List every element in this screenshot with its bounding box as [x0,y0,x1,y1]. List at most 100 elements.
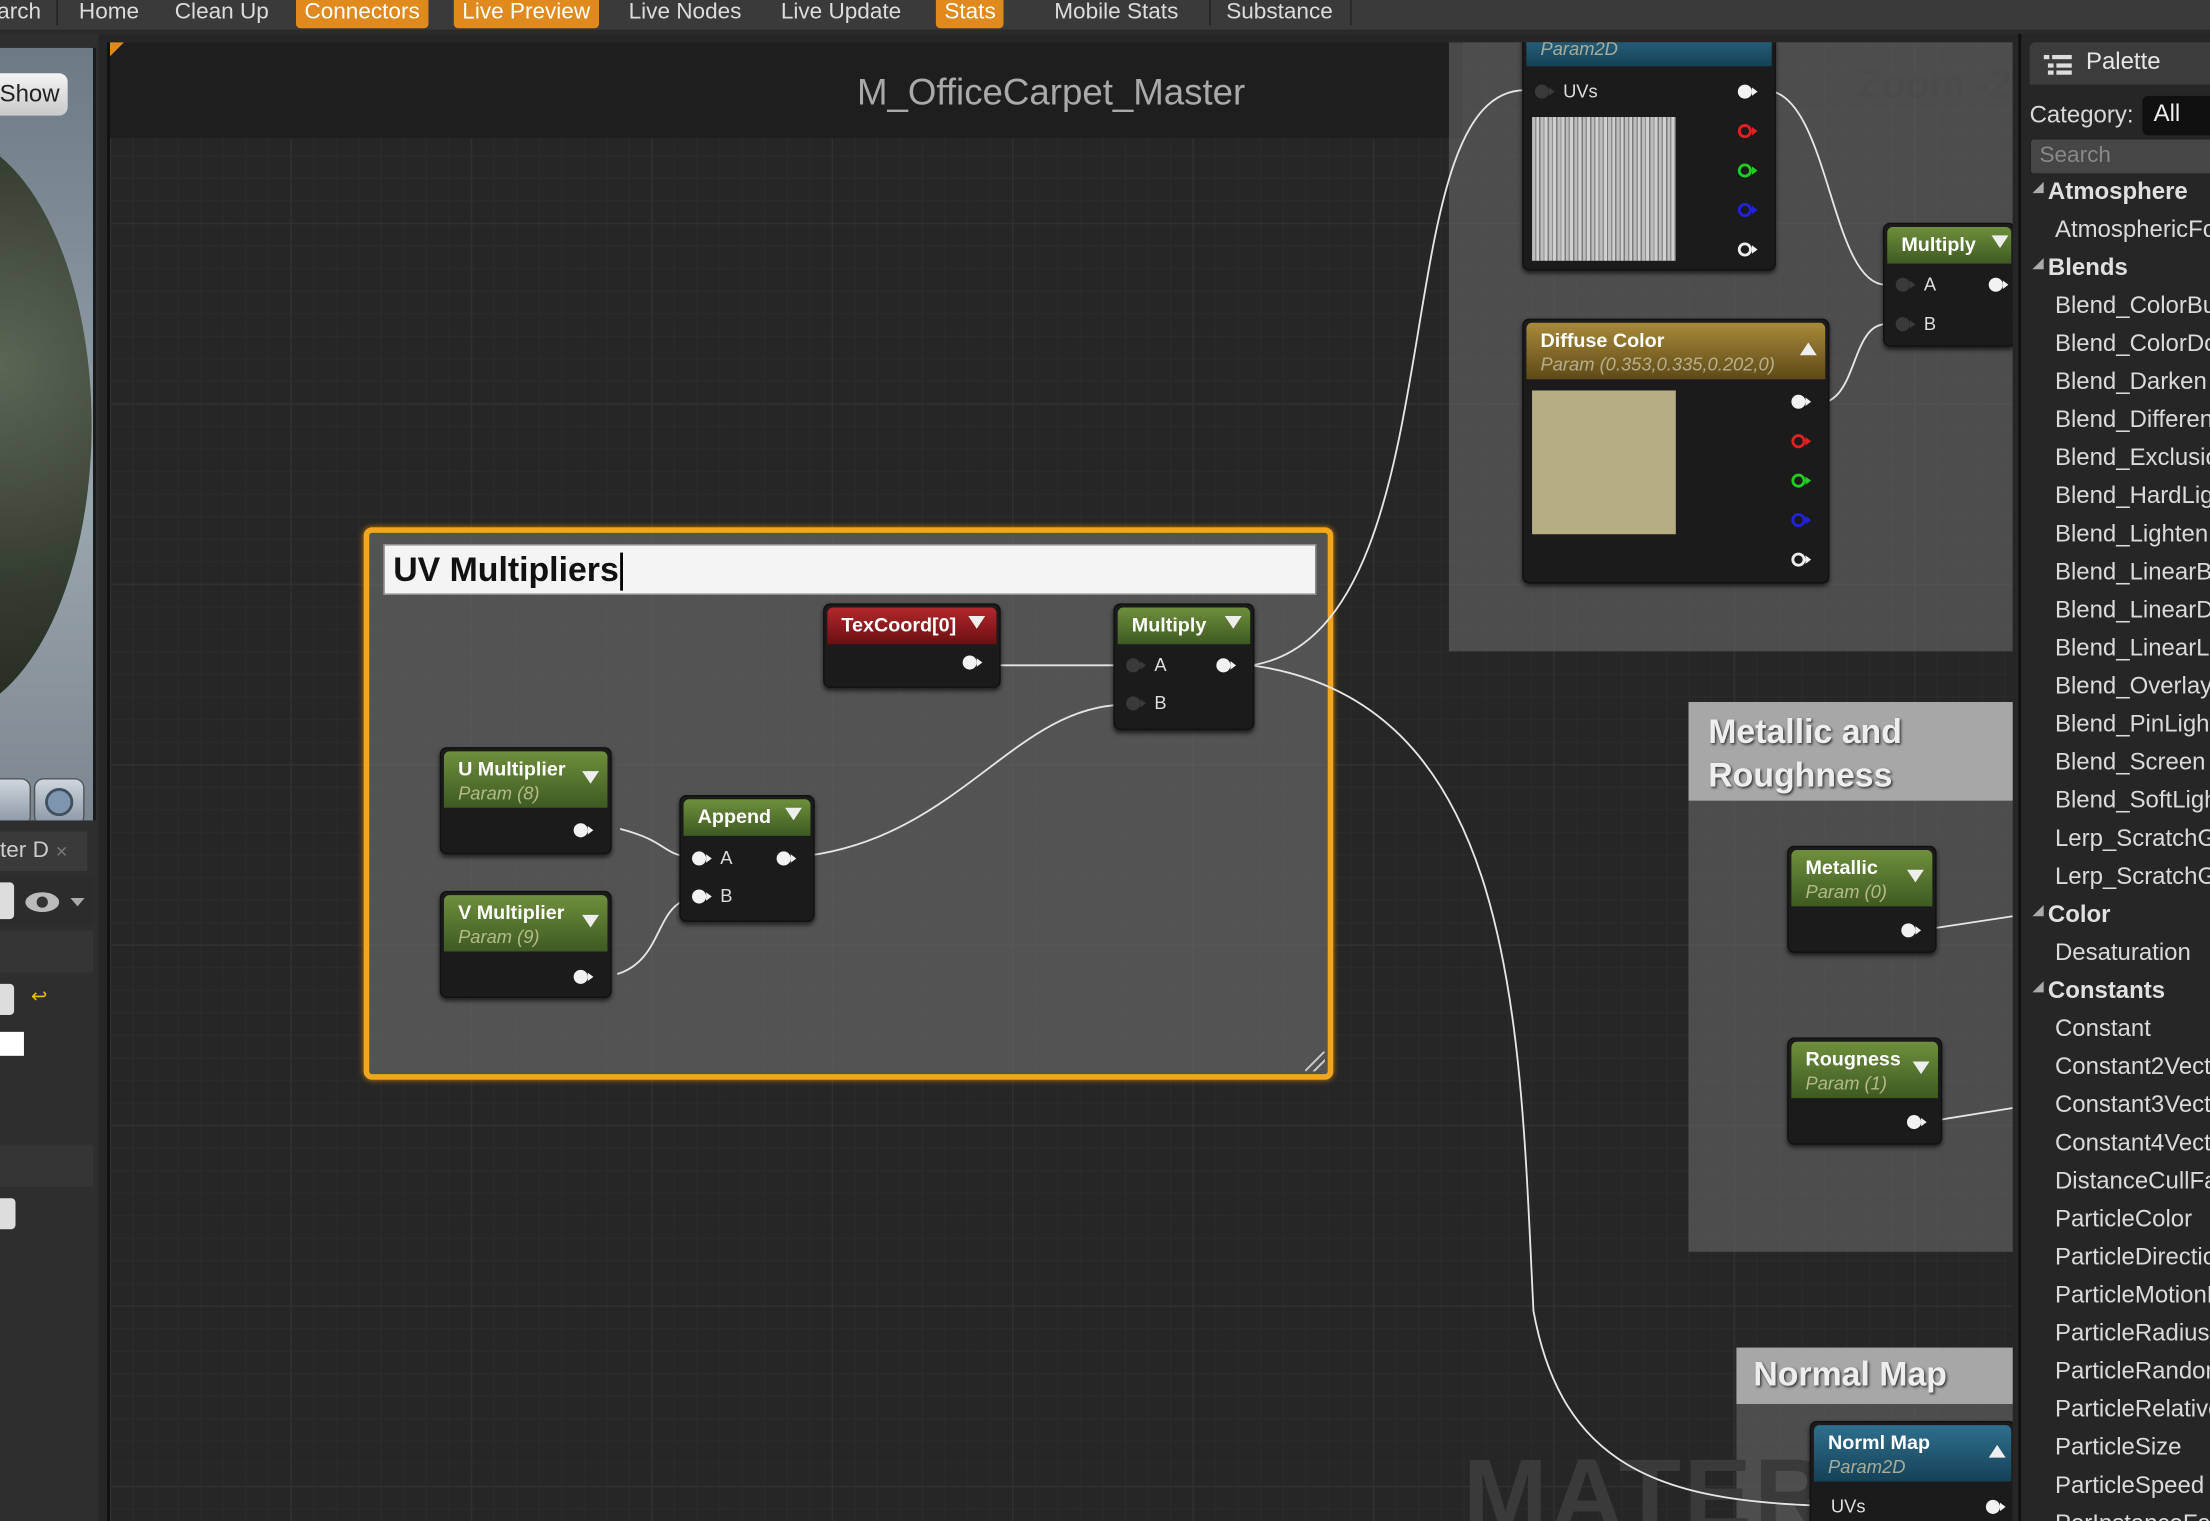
chevron-down-icon[interactable] [1912,1061,1930,1075]
palette-item[interactable]: Lerp_ScratchGrayscale [2055,825,2210,863]
palette-item[interactable]: Blend_Darken [2055,368,2207,406]
palette-item[interactable]: Constant [2055,1015,2151,1053]
palette-item[interactable]: Desaturation [2055,939,2191,977]
palette-item[interactable]: ParticleSpeed [2055,1472,2204,1510]
palette-item[interactable]: Blend_LinearDodge [2055,596,2210,634]
output-pin-rgb[interactable] [1737,84,1758,101]
input-pin-b[interactable] [692,889,712,905]
chevron-down-icon[interactable] [968,616,986,629]
node-multiply-uv[interactable]: Multiply A B [1113,603,1255,731]
input-pin-b[interactable] [1126,696,1146,712]
node-header[interactable]: V Multiplier Param (9) [443,895,608,952]
input-pin-uvs[interactable] [1534,84,1555,101]
palette-item[interactable]: Blend_ColorDodge [2055,330,2210,368]
toolbar-substance-button[interactable]: Substance [1218,0,1341,28]
node-metallic[interactable]: Metallic Param (0) [1787,845,1937,953]
output-pin-g[interactable] [1737,163,1758,180]
chevron-down-icon[interactable] [582,914,600,928]
palette-item[interactable]: ParticleRandom [2055,1357,2210,1395]
output-pin[interactable] [1901,923,1922,939]
output-pin[interactable] [573,823,594,839]
node-header[interactable]: TexCoord[0] [827,607,997,645]
palette-category[interactable]: Constants [2032,977,2165,1015]
palette-item[interactable]: Constant4Vector [2055,1129,2210,1167]
toolbar-search-button[interactable]: arch [0,0,50,28]
palette-item[interactable]: DistanceCullFade [2055,1167,2210,1205]
node-normal-map[interactable]: Norml Map Param2D UVs [1809,1420,2013,1521]
details-tab[interactable]: ter D ✕ [0,831,88,872]
output-pin-g[interactable] [1791,473,1812,490]
output-pin[interactable] [776,851,797,867]
material-graph[interactable]: M_OfficeCarpet_Master Zoom -2 Metallic a… [107,42,2013,1521]
toolbar-clean-up-button[interactable]: Clean Up [166,0,277,28]
palette-item[interactable]: ParticleRadius [2055,1319,2209,1357]
output-pin[interactable] [1216,658,1237,674]
reset-arrow-icon[interactable]: ↩ [31,984,48,1008]
node-append[interactable]: Append A B [679,795,815,922]
node-header[interactable]: Append [683,799,811,836]
output-pin-r[interactable] [1791,434,1812,450]
palette-category[interactable]: Atmosphere [2032,178,2188,216]
input-pin-a[interactable] [692,851,712,867]
eye-icon[interactable] [23,888,88,916]
node-header[interactable]: Norml Map Param2D [1813,1425,2012,1482]
palette-category[interactable]: Blends [2032,254,2128,292]
chevron-down-icon[interactable] [1224,616,1242,629]
color-swatch[interactable] [0,1031,24,1056]
palette-item[interactable]: Blend_LinearLight [2055,634,2210,672]
node-header[interactable]: U Multiplier Param (8) [443,751,608,808]
toolbar-live-preview-toggle[interactable]: Live Preview [453,0,599,29]
output-pin[interactable] [1988,277,2009,294]
details-search-field[interactable] [0,882,15,920]
node-header[interactable]: Param2D [1526,42,1772,67]
output-pin-r[interactable] [1737,124,1758,140]
output-pin-rgb[interactable] [1791,394,1812,411]
palette-item[interactable]: Blend_Lighten [2055,520,2208,558]
palette-item[interactable]: ParticleColor [2055,1205,2192,1243]
sphere-preview-icon[interactable] [33,778,85,821]
preview-viewport[interactable]: Show [0,47,96,821]
node-header[interactable]: Multiply [1117,607,1251,645]
details-value-field[interactable] [0,983,15,1015]
chevron-up-icon[interactable] [1799,342,1817,356]
node-header[interactable]: Diffuse Color Param (0.353,0.335,0.202,0… [1526,322,1826,380]
output-pin-b[interactable] [1737,202,1758,219]
palette-item[interactable]: Constant2Vector [2055,1053,2210,1091]
node-header[interactable]: Multiply [1887,226,2012,264]
output-pin[interactable] [1906,1115,1927,1131]
output-pin[interactable] [1985,1499,2006,1516]
output-pin[interactable] [573,969,594,986]
toolbar-home-button[interactable]: Home [70,0,147,28]
palette-item[interactable]: AtmosphericFogColor [2055,216,2210,254]
chevron-up-icon[interactable] [1988,1444,2006,1458]
palette-category[interactable]: Color [2032,901,2110,939]
palette-tab[interactable]: Palette [2029,42,2210,85]
chevron-down-icon[interactable] [1991,235,2009,249]
palette-item[interactable]: Blend_HardLight [2055,482,2210,520]
palette-item[interactable]: Blend_SoftLight [2055,787,2210,825]
toolbar-mobile-stats-toggle[interactable]: Mobile Stats [1046,0,1187,28]
palette-item[interactable]: PerInstanceFadeAmount [2055,1510,2210,1521]
palette-item[interactable]: Blend_Exclusion [2055,444,2210,482]
cube-preview-icon[interactable] [0,778,32,821]
palette-item[interactable]: Blend_Overlay [2055,672,2210,710]
palette-item[interactable]: Blend_Difference [2055,406,2210,444]
chevron-down-icon[interactable] [1906,869,1924,883]
node-texture-sample[interactable]: Param2D UVs [1522,42,1776,271]
node-multiply-top[interactable]: Multiply A B [1883,222,2013,347]
palette-item[interactable]: ParticleMotionBlurFade [2055,1281,2210,1319]
expand-triangle-icon[interactable] [2032,257,2044,269]
output-pin-a[interactable] [1791,552,1812,569]
toolbar-connectors-toggle[interactable]: Connectors [295,0,429,29]
palette-item[interactable]: Blend_PinLight [2055,710,2210,748]
output-pin-a[interactable] [1737,242,1758,258]
expand-triangle-icon[interactable] [2032,181,2044,193]
node-diffuse-color[interactable]: Diffuse Color Param (0.353,0.335,0.202,0… [1522,318,1830,584]
output-pin[interactable] [962,655,983,671]
palette-item[interactable]: Blend_ColorBurn [2055,292,2210,330]
palette-item[interactable]: Blend_LinearBurn [2055,558,2210,596]
node-v-multiplier[interactable]: V Multiplier Param (9) [439,890,612,999]
input-pin-b[interactable] [1895,317,1916,333]
toolbar-stats-toggle[interactable]: Stats [935,0,1005,29]
palette-item[interactable]: ParticleSize [2055,1434,2182,1472]
